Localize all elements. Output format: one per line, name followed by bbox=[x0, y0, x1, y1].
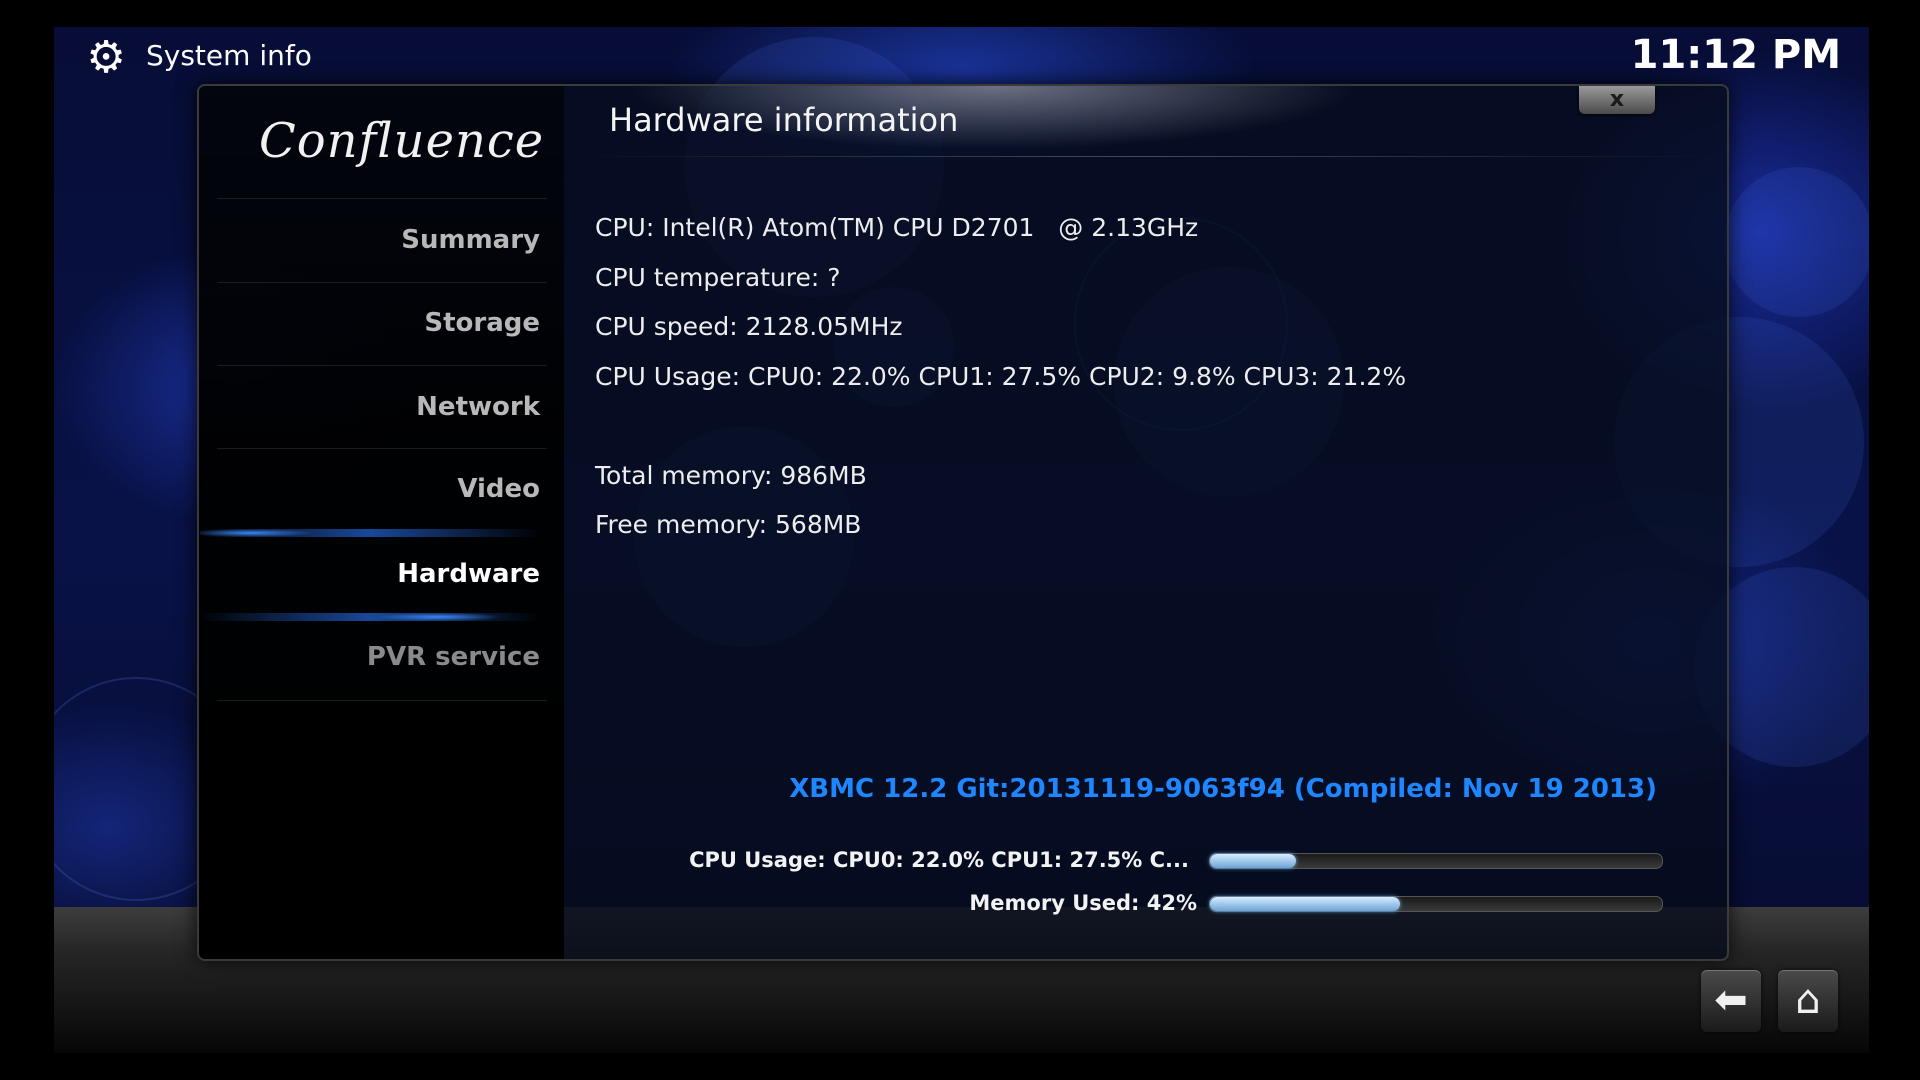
sidebar-item-label: Video bbox=[457, 474, 540, 504]
top-bar: ⚙ System info 11:12 PM bbox=[54, 27, 1869, 89]
memory-used-bar bbox=[1209, 896, 1663, 912]
sidebar-item-label: Network bbox=[416, 392, 540, 422]
memory-used-bar-fill bbox=[1210, 897, 1400, 911]
memory-used-bar-label: Memory Used: 42% bbox=[969, 891, 1197, 915]
sidebar-item-label: Hardware bbox=[397, 559, 540, 589]
section-title: System info bbox=[146, 39, 312, 72]
close-button[interactable]: x bbox=[1579, 86, 1655, 114]
clock: 11:12 PM bbox=[1630, 32, 1841, 78]
system-info-dialog: Confluence Summary Storage Network Video… bbox=[197, 84, 1729, 961]
cpu-usage-bar-fill bbox=[1210, 854, 1296, 868]
divider bbox=[217, 700, 547, 701]
page-title: Hardware information bbox=[609, 101, 959, 139]
cpu-usage-bar-label: CPU Usage: CPU0: 22.0% CPU1: 27.5% C... bbox=[689, 848, 1189, 872]
category-sidebar: Confluence Summary Storage Network Video… bbox=[199, 86, 564, 959]
sidebar-item-network[interactable]: Network bbox=[210, 366, 540, 448]
back-button[interactable]: ⬅ bbox=[1701, 970, 1761, 1032]
sidebar-item-label: Storage bbox=[424, 308, 540, 338]
back-arrow-icon: ⬅ bbox=[1714, 977, 1748, 1023]
info-cpu-usage: CPU Usage: CPU0: 22.0% CPU1: 27.5% CPU2:… bbox=[595, 362, 1407, 391]
version-string: XBMC 12.2 Git:20131119-9063f94 (Compiled… bbox=[789, 774, 1657, 804]
info-cpu: CPU: Intel(R) Atom(TM) CPU D2701 @ 2.13G… bbox=[595, 213, 1199, 242]
info-total-memory: Total memory: 986MB bbox=[595, 461, 867, 490]
info-free-memory: Free memory: 568MB bbox=[595, 510, 862, 539]
sidebar-item-pvr-service[interactable]: PVR service bbox=[210, 616, 540, 698]
cpu-usage-bar bbox=[1209, 853, 1663, 869]
info-cpu-temperature: CPU temperature: ? bbox=[595, 263, 841, 292]
info-cpu-speed: CPU speed: 2128.05MHz bbox=[595, 312, 903, 341]
home-icon: ⌂ bbox=[1795, 977, 1821, 1023]
home-button[interactable]: ⌂ bbox=[1778, 970, 1838, 1032]
sidebar-item-storage[interactable]: Storage bbox=[210, 282, 540, 364]
close-icon: x bbox=[1609, 87, 1625, 112]
sidebar-item-summary[interactable]: Summary bbox=[210, 199, 540, 281]
sidebar-item-label: PVR service bbox=[366, 642, 540, 672]
confluence-logo: Confluence bbox=[259, 113, 545, 169]
sidebar-item-video[interactable]: Video bbox=[210, 448, 540, 530]
gear-icon: ⚙ bbox=[86, 32, 126, 83]
sidebar-item-label: Summary bbox=[401, 225, 540, 255]
divider bbox=[569, 156, 1719, 157]
screen: ⚙ System info 11:12 PM Confluence Summar… bbox=[54, 27, 1869, 1053]
sidebar-item-hardware[interactable]: Hardware bbox=[200, 529, 540, 621]
